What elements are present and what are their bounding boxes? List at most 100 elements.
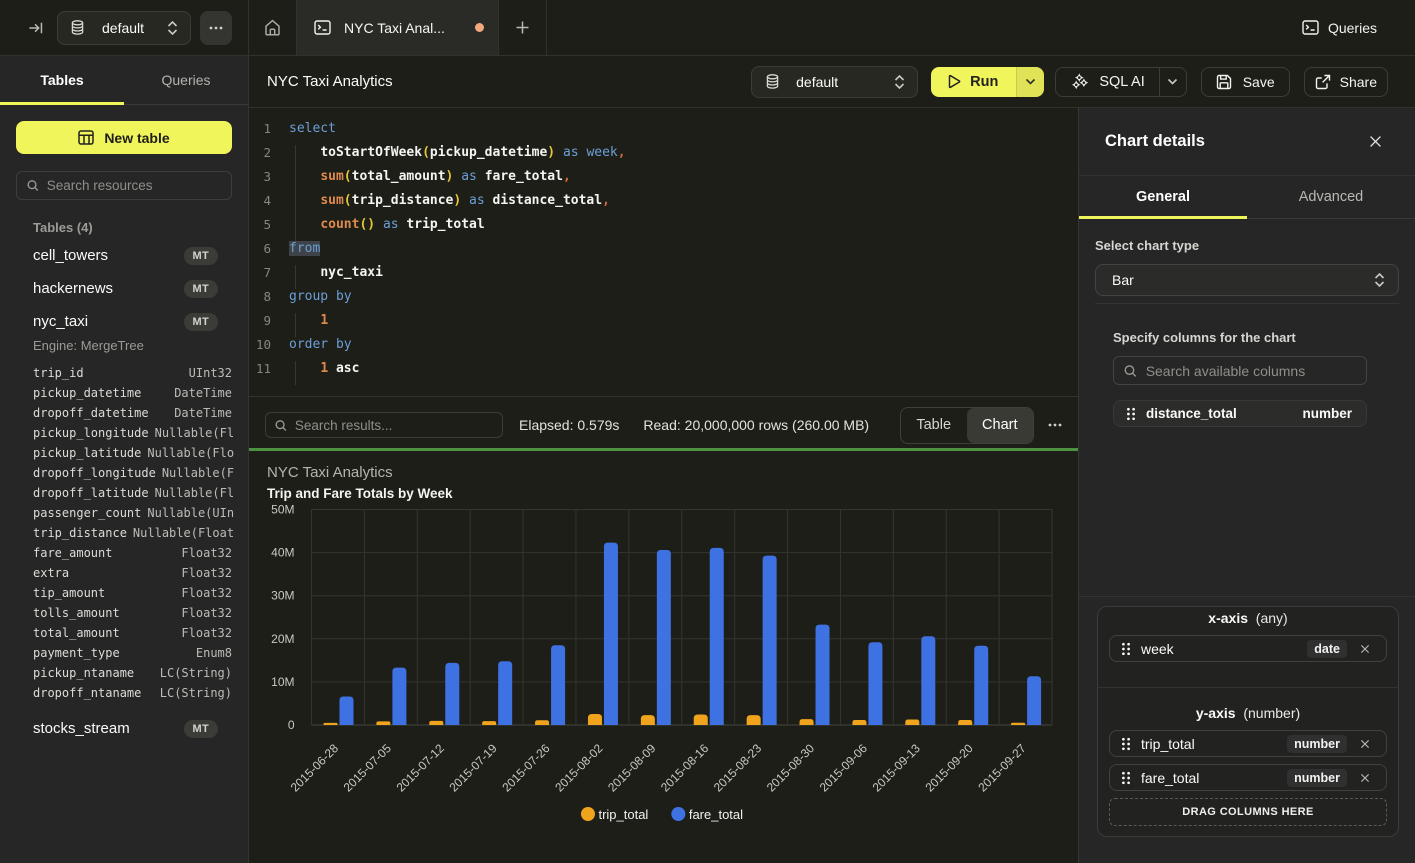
available-column-distance-total[interactable]: distance_total number <box>1113 400 1367 427</box>
sidebar-search[interactable] <box>16 171 232 200</box>
collapse-sidebar-button[interactable] <box>22 15 48 41</box>
code-line-9[interactable]: 9 1 <box>249 308 1078 332</box>
code-line-10[interactable]: 10order by <box>249 332 1078 356</box>
bar-fare_total-2015-09-06[interactable] <box>868 642 882 725</box>
bar-trip_total-2015-09-27[interactable] <box>1011 723 1025 725</box>
code-line-1[interactable]: 1select <box>249 116 1078 140</box>
panel-tab-general[interactable]: General <box>1079 176 1247 218</box>
column-row-dropoff_latitude[interactable]: dropoff_latitudeNullable(Fl <box>33 483 232 503</box>
sql-ai-options-button[interactable] <box>1159 68 1186 96</box>
run-button[interactable]: Run <box>931 67 1044 97</box>
column-row-payment_type[interactable]: payment_typeEnum8 <box>33 643 232 663</box>
bar-trip_total-2015-06-28[interactable] <box>324 723 338 725</box>
save-button[interactable]: Save <box>1201 67 1290 97</box>
code-line-4[interactable]: 4 sum(trip_distance) as distance_total, <box>249 188 1078 212</box>
run-button-main[interactable]: Run <box>931 67 1016 97</box>
results-more-button[interactable] <box>1044 423 1066 427</box>
bar-trip_total-2015-08-30[interactable] <box>800 719 814 725</box>
code-line-3[interactable]: 3 sum(total_amount) as fare_total, <box>249 164 1078 188</box>
bar-fare_total-2015-08-09[interactable] <box>657 550 671 725</box>
bar-fare_total-2015-08-30[interactable] <box>816 625 830 725</box>
bar-fare_total-2015-06-28[interactable] <box>340 697 354 725</box>
bar-fare_total-2015-07-12[interactable] <box>445 663 459 725</box>
home-tab[interactable] <box>249 0 296 55</box>
table-item-stocks_stream[interactable]: stocks_streamMT <box>33 712 232 745</box>
bar-fare_total-2015-08-02[interactable] <box>604 543 618 725</box>
bar-fare_total-2015-09-20[interactable] <box>974 646 988 725</box>
panel-tab-advanced[interactable]: Advanced <box>1247 176 1415 218</box>
y-axis-chip-fare_total[interactable]: fare_totalnumber <box>1109 764 1387 791</box>
bar-fare_total-2015-07-05[interactable] <box>392 668 406 725</box>
remove-chip-button[interactable] <box>1360 739 1370 749</box>
sql-ai-main[interactable]: SQL AI <box>1056 68 1158 96</box>
bar-fare_total-2015-09-13[interactable] <box>921 636 935 725</box>
toolbar-database-selector[interactable]: default <box>751 66 918 98</box>
columns-search-input[interactable] <box>1146 363 1356 379</box>
close-panel-button[interactable] <box>1369 135 1382 148</box>
column-row-tolls_amount[interactable]: tolls_amountFloat32 <box>33 603 232 623</box>
legend-item-trip_total[interactable]: trip_total <box>581 807 648 822</box>
database-selector[interactable]: default <box>57 11 191 45</box>
code-line-2[interactable]: 2 toStartOfWeek(pickup_datetime) as week… <box>249 140 1078 164</box>
x-axis-chip-week[interactable]: weekdate <box>1109 635 1387 662</box>
column-row-fare_amount[interactable]: fare_amountFloat32 <box>33 543 232 563</box>
bar-trip_total-2015-09-06[interactable] <box>852 720 866 725</box>
tab-nyc-taxi-analytics[interactable]: NYC Taxi Anal... <box>297 0 498 55</box>
column-row-tip_amount[interactable]: tip_amountFloat32 <box>33 583 232 603</box>
bar-trip_total-2015-08-09[interactable] <box>641 715 655 725</box>
bar-fare_total-2015-08-16[interactable] <box>710 548 724 725</box>
column-row-pickup_latitude[interactable]: pickup_latitudeNullable(Flo <box>33 443 232 463</box>
bar-chart[interactable]: 010M20M30M40M50M2015-06-282015-07-052015… <box>249 451 1077 863</box>
sidebar-tab-tables[interactable]: Tables <box>0 56 124 104</box>
column-row-total_amount[interactable]: total_amountFloat32 <box>33 623 232 643</box>
new-tab-button[interactable] <box>499 0 546 55</box>
table-item-cell_towers[interactable]: cell_towersMT <box>33 239 232 272</box>
chart-view-button[interactable]: Chart <box>967 408 1033 443</box>
bar-trip_total-2015-08-23[interactable] <box>747 715 761 725</box>
column-row-trip_id[interactable]: trip_idUInt32 <box>33 363 232 383</box>
column-row-pickup_ntaname[interactable]: pickup_ntanameLC(String) <box>33 663 232 683</box>
table-item-hackernews[interactable]: hackernewsMT <box>33 272 232 305</box>
table-item-nyc_taxi[interactable]: nyc_taxiMT <box>33 305 232 338</box>
bar-trip_total-2015-08-02[interactable] <box>588 714 602 725</box>
bar-trip_total-2015-07-12[interactable] <box>429 721 443 725</box>
results-search-input[interactable] <box>295 418 493 433</box>
bar-trip_total-2015-09-13[interactable] <box>905 719 919 725</box>
column-row-dropoff_ntaname[interactable]: dropoff_ntanameLC(String) <box>33 683 232 703</box>
columns-search[interactable] <box>1113 356 1367 385</box>
bar-fare_total-2015-07-26[interactable] <box>551 645 565 725</box>
bar-trip_total-2015-07-19[interactable] <box>482 721 496 725</box>
queries-button[interactable]: Queries <box>1302 20 1377 36</box>
column-row-extra[interactable]: extraFloat32 <box>33 563 232 583</box>
column-row-passenger_count[interactable]: passenger_countNullable(UIn <box>33 503 232 523</box>
sql-ai-button[interactable]: SQL AI <box>1055 67 1186 97</box>
sidebar-more-button[interactable] <box>200 11 232 45</box>
remove-chip-button[interactable] <box>1360 644 1370 654</box>
legend-item-fare_total[interactable]: fare_total <box>671 807 743 822</box>
drag-columns-dropzone[interactable]: DRAG COLUMNS HERE <box>1109 798 1387 826</box>
code-line-8[interactable]: 8group by <box>249 284 1078 308</box>
code-line-6[interactable]: 6from <box>249 236 1078 260</box>
bar-fare_total-2015-09-27[interactable] <box>1027 676 1041 725</box>
sidebar-tab-queries[interactable]: Queries <box>124 56 248 104</box>
bar-trip_total-2015-09-20[interactable] <box>958 720 972 725</box>
code-line-5[interactable]: 5 count() as trip_total <box>249 212 1078 236</box>
bar-fare_total-2015-08-23[interactable] <box>763 556 777 725</box>
bar-trip_total-2015-07-26[interactable] <box>535 720 549 725</box>
code-line-7[interactable]: 7 nyc_taxi <box>249 260 1078 284</box>
column-row-trip_distance[interactable]: trip_distanceNullable(Float <box>33 523 232 543</box>
sql-editor[interactable]: 1select2 toStartOfWeek(pickup_datetime) … <box>249 108 1078 396</box>
column-row-pickup_datetime[interactable]: pickup_datetimeDateTime <box>33 383 232 403</box>
code-line-11[interactable]: 11 1 asc <box>249 356 1078 380</box>
y-axis-chip-trip_total[interactable]: trip_totalnumber <box>1109 730 1387 757</box>
run-options-button[interactable] <box>1016 67 1044 97</box>
bar-fare_total-2015-07-19[interactable] <box>498 661 512 725</box>
sidebar-search-input[interactable] <box>47 178 221 193</box>
share-button[interactable]: Share <box>1304 67 1388 97</box>
remove-chip-button[interactable] <box>1360 773 1370 783</box>
column-row-dropoff_longitude[interactable]: dropoff_longitudeNullable(F <box>33 463 232 483</box>
table-view-button[interactable]: Table <box>901 408 967 443</box>
chart-type-select[interactable]: Bar <box>1095 264 1399 296</box>
new-table-button[interactable]: New table <box>16 121 232 154</box>
column-row-pickup_longitude[interactable]: pickup_longitudeNullable(Fl <box>33 423 232 443</box>
